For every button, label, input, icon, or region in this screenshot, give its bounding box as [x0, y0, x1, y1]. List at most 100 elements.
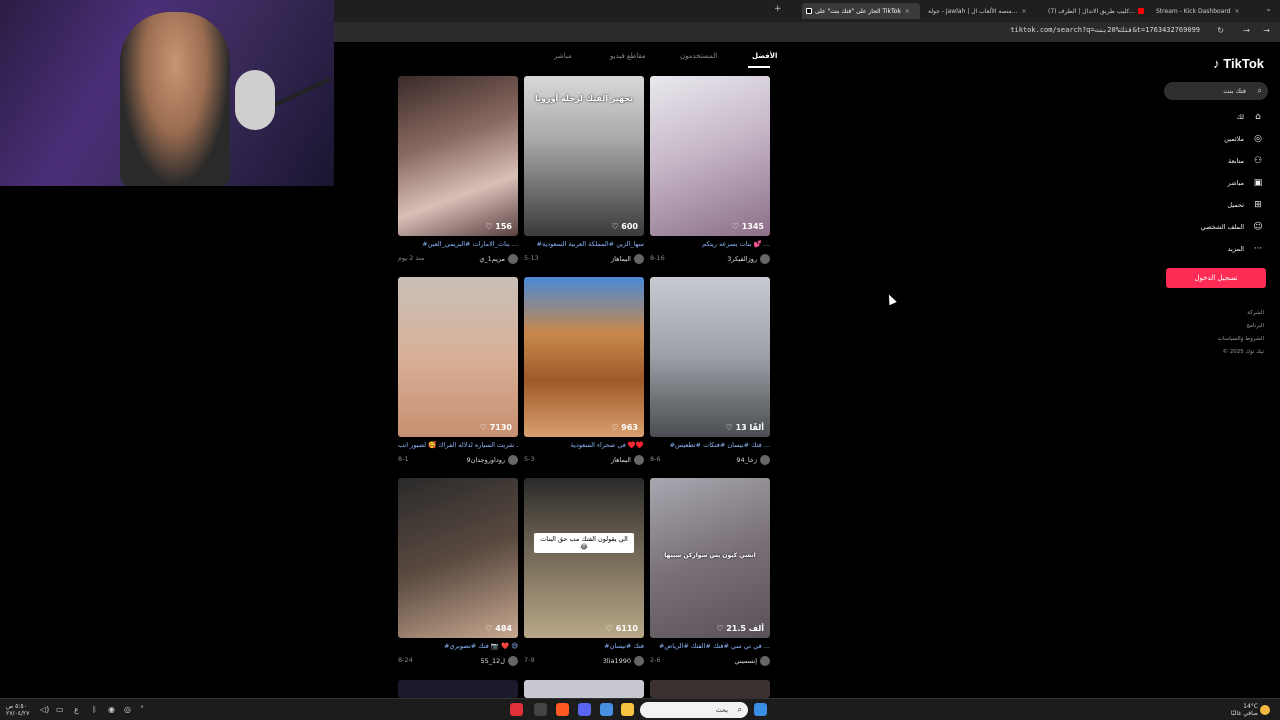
follow-icon: ⚇ — [1253, 156, 1263, 166]
live-icon: ▣ — [1253, 178, 1263, 188]
profile-icon: ☺ — [1253, 222, 1263, 232]
browser-tab-tiktok[interactable]: الحار على "فتك بنت" على TikTok × — [802, 3, 920, 19]
video-thumbnail[interactable]: ♡ 13 ألفًا — [650, 277, 770, 437]
weather-sun-icon — [1260, 705, 1270, 715]
like-count: ♡ 7130 — [479, 423, 512, 432]
search-placeholder: بحث — [715, 706, 728, 714]
video-thumbnail[interactable]: تجهيز الفتك لرحلة أوروبا ♡ 600 — [524, 76, 644, 236]
search-icon[interactable]: ⌕ — [1258, 86, 1262, 96]
forward-icon[interactable]: → — [1243, 26, 1250, 35]
like-count: ♡ 1345 — [731, 222, 764, 231]
nav-following[interactable]: متابعة ⚇ — [1228, 156, 1264, 166]
tab-users[interactable]: المستخدمون — [680, 52, 717, 60]
app-tray-icon[interactable]: ◉ — [108, 705, 115, 714]
chrome-icon[interactable] — [600, 703, 613, 716]
browser-tab-youtube[interactable]: (7) كليب طريق الاندال | الطرف... — [1044, 3, 1154, 19]
tiktok-logo[interactable]: ♪ TikTok — [1213, 56, 1264, 71]
nav-upload[interactable]: تحميل ⊞ — [1227, 200, 1264, 210]
discord-icon[interactable] — [578, 703, 591, 716]
video-author[interactable]: 94_زخا — [736, 455, 770, 465]
volume-icon[interactable]: ◁) — [40, 705, 49, 714]
taskbar: ٥:٥٠ ص ٢٧/٠٤/٢٧ ◁) ▭ ع ᛒ ◉ ◎ ˄ بحث ⌕ 14°… — [0, 698, 1280, 720]
search-input[interactable]: فتك بنت ⌕ — [1164, 82, 1268, 100]
video-author[interactable]: اليماهاز — [611, 254, 644, 264]
tab-label: الحار على "فتك بنت" على TikTok — [815, 7, 901, 15]
video-thumbnail[interactable]: ♡ 1345 — [650, 76, 770, 236]
nav-label: لك — [1236, 113, 1244, 121]
video-author[interactable]: إنسميني — [734, 656, 770, 666]
tab-top[interactable]: الأفضل — [752, 52, 777, 60]
app-tray-icon[interactable]: ◎ — [124, 705, 131, 714]
video-thumbnail[interactable] — [398, 680, 518, 698]
url-field[interactable]: tiktok.com/search?q=فتك%20بنت&t=17634327… — [1010, 26, 1200, 34]
video-caption[interactable]: #فتك #نيسان #فتكات #تطعيس ... — [650, 441, 770, 449]
language-icon[interactable]: ع — [74, 705, 79, 714]
video-caption[interactable]: بنات بسرعه ريتكم 💕 ... — [650, 240, 770, 248]
nav-profile[interactable]: الملف الشخصي ☺ — [1201, 222, 1264, 232]
youtube-icon — [1137, 8, 1144, 14]
tab-live[interactable]: مباشر — [554, 52, 572, 60]
new-tab-button[interactable]: + — [774, 4, 782, 14]
compass-icon: ◎ — [1254, 134, 1262, 144]
window-controls[interactable]: ⌄ — [1265, 4, 1272, 13]
video-author[interactable]: اليماهاز — [611, 455, 644, 465]
video-caption[interactable]: #سها_الزين #المملكة العربية السعودية — [524, 240, 644, 248]
nav-more[interactable]: المزيد ··· — [1228, 244, 1264, 254]
video-thumbnail[interactable]: انشي كيون بس سواركن سيبها ♡ 21.5 ألف — [650, 478, 770, 638]
back-icon[interactable]: → — [1263, 26, 1270, 35]
bluetooth-icon[interactable]: ᛒ — [92, 705, 97, 714]
video-author[interactable]: روداوروجدان9 — [466, 455, 518, 465]
windows-start-icon[interactable] — [754, 703, 767, 716]
chevron-up-icon[interactable]: ˄ — [140, 705, 144, 714]
obs-icon[interactable] — [510, 703, 523, 716]
clock: ٥:٥٠ ص ٢٧/٠٤/٢٧ — [6, 703, 29, 717]
footer-link-company[interactable]: الشركة — [1247, 310, 1264, 316]
nav-for-you[interactable]: لك ⌂ — [1237, 112, 1264, 122]
close-icon[interactable]: × — [1022, 8, 1027, 15]
video-thumbnail[interactable]: الي يقولون الفتك مب حق البنات 😂 ♡ 6110 — [524, 478, 644, 638]
video-author[interactable]: مريم1_ي — [479, 254, 518, 264]
taskbar-search[interactable]: بحث ⌕ — [640, 702, 748, 718]
video-date: 7-9 — [524, 656, 535, 664]
folder-icon[interactable] — [621, 703, 634, 716]
video-date: منذ 2 يوم — [398, 254, 425, 262]
video-author[interactable]: 3lia1990 — [603, 656, 644, 666]
close-icon[interactable]: × — [905, 8, 910, 15]
browser-tab-kick[interactable]: Stream - Kick Dashboard × — [1152, 3, 1252, 19]
footer-link-terms[interactable]: الشروط والسياسات — [1218, 336, 1264, 342]
tab-videos[interactable]: مقاطع فيديو — [610, 52, 646, 60]
nav-explore[interactable]: ملائمين ◎ — [1224, 134, 1264, 144]
video-caption[interactable]: #فتك #نيسان — [524, 642, 644, 650]
firefox-icon[interactable] — [556, 703, 569, 716]
video-author[interactable]: روزالفيكر3 — [727, 254, 770, 264]
video-caption[interactable]: #بنات_الامارات #البريمي_العين ... — [398, 240, 518, 248]
video-thumbnail[interactable]: ♡ 963 — [524, 277, 644, 437]
tiktok-icon — [806, 8, 812, 14]
weather-widget[interactable]: 14°C صافي غالبًا — [1231, 703, 1258, 717]
tab-label: جولة - Jawlah | منصة الألعاب ال... — [928, 7, 1018, 15]
video-thumbnail[interactable]: ♡ 156 — [398, 76, 518, 236]
like-count: ♡ 6110 — [605, 624, 638, 633]
login-button[interactable]: تسجيل الدخول — [1166, 268, 1266, 288]
clock-date: ٢٧/٠٤/٢٧ — [6, 710, 30, 717]
video-thumbnail[interactable]: ♡ 484 — [398, 478, 518, 638]
nav-live[interactable]: مباشر ▣ — [1228, 178, 1264, 188]
close-icon[interactable]: × — [1235, 8, 1240, 15]
video-thumbnail[interactable]: ♡ 7130 — [398, 277, 518, 437]
video-author[interactable]: 55_12ل — [480, 656, 518, 666]
nav-label: متابعة — [1228, 157, 1244, 165]
video-date: 5-13 — [524, 254, 539, 262]
video-thumbnail[interactable] — [650, 680, 770, 698]
like-count: ♡ 13 ألفًا — [725, 423, 764, 432]
calculator-icon[interactable] — [534, 703, 547, 716]
video-caption[interactable]: #في تي سي #فتك #الفتك #الرياض ... — [650, 642, 770, 650]
video-thumbnail[interactable] — [524, 680, 644, 698]
video-caption[interactable]: في صحراء السعودية ♥️♥️ — [524, 441, 644, 449]
microphone-image — [235, 70, 275, 130]
network-icon[interactable]: ▭ — [56, 705, 64, 714]
video-caption[interactable]: شريت السياره لدلاله الفراك 🥰 لصبور انب .… — [398, 441, 518, 449]
footer-link-program[interactable]: البرنامج — [1246, 323, 1264, 329]
browser-tab-jawlah[interactable]: جولة - Jawlah | منصة الألعاب ال... × — [924, 3, 1044, 19]
refresh-icon[interactable]: ↻ — [1217, 26, 1224, 35]
video-caption[interactable]: #فتك #تصويري 📷 ❤️ 😅 — [398, 642, 518, 650]
